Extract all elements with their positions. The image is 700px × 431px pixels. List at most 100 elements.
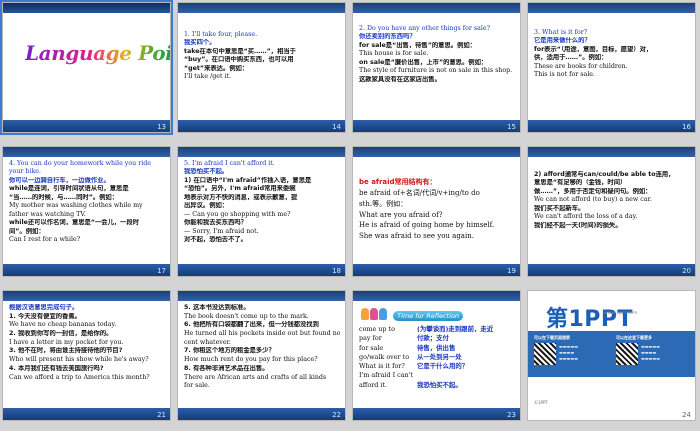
slide-line: 我恐怕买不起。 bbox=[184, 168, 229, 176]
slide-line: “get”来表达。例如： bbox=[184, 64, 249, 72]
slide-thumb-19[interactable]: be afraid常用结构有： be afraid of+名词/代词/v+ing… bbox=[352, 146, 521, 277]
slide-line: We can not afford (to buy) a new car. bbox=[534, 196, 652, 204]
slide-line: for表示“（用途，意图，目标，愿望）对， bbox=[534, 45, 653, 53]
phrase-row: I'm afraid I can't afford it. 我恐怕买不起。 bbox=[359, 371, 515, 390]
qr-block-right: 可以在这里下载更多 ▬▬▬▬▬ ▬▬▬▬ ▬▬▬▬▬ bbox=[616, 335, 692, 373]
slide-thumb-17[interactable]: 4. You can do your homework while you ri… bbox=[2, 146, 171, 277]
slide-thumb-16[interactable]: 3. What is it for? 它是用来做什么的？ for表示“（用途，意… bbox=[527, 2, 696, 133]
phrase-cn: 我恐怕买不起。 bbox=[417, 380, 462, 389]
slide-number: 14 bbox=[332, 123, 341, 131]
slide-line: 3. 他不在时，将由谁主持接待他的节目? bbox=[9, 347, 123, 355]
slide-number: 22 bbox=[332, 411, 341, 419]
slide-body: 5. 这本书没达到标准。 The book doesn't come up to… bbox=[184, 304, 340, 406]
slide-header-bar bbox=[353, 147, 520, 157]
phrase-row: What is it for? 它是干什么用的？ bbox=[359, 362, 515, 371]
slide-line: be afraid of+名词/代词/v+ing/to do bbox=[359, 188, 480, 197]
slide-thumb-24[interactable]: 第1PPT www.1ppt.com 可以在下载页面搜索 ▬▬▬▬▬ ▬▬▬▬ ▬▬… bbox=[527, 290, 696, 421]
slide-line: 意思是“有足够的（金钱，时间） bbox=[534, 179, 627, 187]
slide-line: while是连词，引导时间状语从句，意思是 bbox=[9, 185, 129, 193]
slide-line: 1. 今天没有便宜的香蕉。 bbox=[9, 312, 81, 320]
phrase-row: go/walk over to 从一处到另一处 bbox=[359, 353, 515, 362]
slide-body: 2) afford通常与can/could/be able to连用， 意思是“… bbox=[534, 171, 690, 262]
slide-header-bar bbox=[3, 147, 170, 157]
slide-line: 你能和我去买东西吗？ bbox=[184, 219, 247, 227]
slide-line: 供，适用于……”。例如： bbox=[534, 54, 608, 62]
phrase-en: come up to bbox=[359, 325, 395, 333]
slide-line: your bike. bbox=[9, 168, 42, 176]
slide-thumb-13[interactable]: Language Points 13 bbox=[0, 0, 173, 135]
slide-number: 13 bbox=[157, 123, 166, 131]
slide-thumb-23[interactable]: Time for Reflection come up to (为攀谈而)走到跟前… bbox=[352, 290, 521, 421]
slide-line: “当……的时候，与……同时”。例如： bbox=[9, 193, 119, 201]
slide-line: Can we afford a trip to America this mon… bbox=[9, 373, 150, 381]
slide-line: He turned all his pockets inside out but… bbox=[184, 330, 340, 338]
slide-header-bar bbox=[528, 147, 695, 157]
slide-header-bar bbox=[178, 147, 345, 157]
qr-block-left: 可以在下载页面搜索 ▬▬▬▬▬ ▬▬▬▬ ▬▬▬▬▬ bbox=[534, 335, 610, 373]
slide-title-art: Language Points bbox=[25, 41, 170, 65]
slide-thumb-22[interactable]: 5. 这本书没达到标准。 The book doesn't come up to… bbox=[177, 290, 346, 421]
slide-line: sth.等。例如： bbox=[359, 199, 408, 208]
slide-header-bar bbox=[3, 3, 170, 13]
slide-number: 20 bbox=[682, 267, 691, 275]
footnote: ©1PPT bbox=[534, 400, 548, 405]
slide-line: 对不起，恐怕去不了。 bbox=[184, 235, 247, 243]
slide-header-bar bbox=[3, 291, 170, 301]
slide-thumb-14[interactable]: 1. I'll take four, please. 我买四个。 take在本句… bbox=[177, 2, 346, 133]
slide-header-bar bbox=[178, 291, 345, 301]
slide-line: She was afraid to see you again. bbox=[359, 232, 474, 241]
slide-line: 我买四个。 bbox=[184, 39, 216, 47]
slide-line: 3. What is it for? bbox=[534, 29, 588, 36]
reflection-header: Time for Reflection bbox=[361, 303, 464, 322]
slide-line: 我们经不起一天(时间)的损失。 bbox=[534, 221, 622, 229]
slide-line: My mother was washing clothes while my bbox=[9, 202, 143, 210]
phrase-en: pay for bbox=[359, 334, 382, 343]
slide-line: 它是用来做什么的？ bbox=[534, 37, 591, 45]
slide-line: 这款家具没有在这家店出售。 bbox=[359, 75, 441, 83]
slide-line: These are books for children. bbox=[534, 62, 628, 70]
slide-header-bar bbox=[353, 291, 520, 301]
slide-thumb-21[interactable]: 根据汉语意思完成句子。 1. 今天没有便宜的香蕉。 We have no che… bbox=[2, 290, 171, 421]
slide-line: The style of furniture is not on sale in… bbox=[359, 67, 513, 75]
slide-line: There are African arts and crafts of all… bbox=[184, 373, 327, 381]
kid-icon bbox=[361, 307, 369, 320]
phrase-en: I'm afraid I can't afford it. bbox=[359, 371, 413, 389]
slide-line: “恐怕”。另外，I'm afraid常用来委婉 bbox=[184, 185, 296, 193]
slide-line: I'll take /get it. bbox=[184, 73, 232, 81]
phrase-row: for sale 待售，供出售 bbox=[359, 344, 515, 353]
qr-text: ▬▬▬▬▬ ▬▬▬▬ ▬▬▬▬▬ bbox=[641, 344, 660, 361]
phrase-en: for sale bbox=[359, 343, 384, 352]
slide-body: come up to (为攀谈而)走到跟前，走近 pay for 付款；支付 for… bbox=[359, 325, 515, 406]
slide-line: 地表示对方不快的消息，或表示歉意，提 bbox=[184, 193, 298, 201]
phrase-cn: 从一处到另一处 bbox=[417, 352, 462, 361]
slide-line: on sale是“廉价出售，上市”的意思。例如： bbox=[359, 58, 488, 66]
slide-line: 2) afford通常与can/could/be able to连用， bbox=[534, 171, 675, 178]
slide-number: 18 bbox=[332, 267, 341, 275]
slide-body: be afraid常用结构有： be afraid of+名词/代词/v+ing… bbox=[359, 177, 515, 262]
slide-footer-bar: 16 bbox=[528, 120, 695, 132]
slide-line: 1) 在口语中“I'm afraid”作插入语，意思是 bbox=[184, 176, 312, 184]
slide-thumb-15[interactable]: 2. Do you have any other things for sale… bbox=[352, 2, 521, 133]
slide-line: be afraid常用结构有： bbox=[359, 178, 437, 186]
slide-line: for sale. bbox=[184, 382, 210, 390]
slide-footer-bar: 18 bbox=[178, 264, 345, 276]
slide-line: The book doesn't come up to the mark. bbox=[184, 312, 309, 320]
phrase-cn: 待售，供出售 bbox=[417, 343, 456, 352]
slide-body: 2. Do you have any other things for sale… bbox=[359, 25, 515, 118]
slide-line: — Can you go shopping with me? bbox=[184, 210, 291, 218]
brand-logo-subtitle: www.1ppt.com bbox=[604, 311, 638, 316]
slide-header-bar bbox=[353, 3, 520, 13]
download-banner: 可以在下载页面搜索 ▬▬▬▬▬ ▬▬▬▬ ▬▬▬▬▬ 可以在这里下载更多 ▬▬▬▬▬… bbox=[528, 331, 695, 377]
slide-line: 根据汉语意思完成句子。 bbox=[9, 304, 79, 311]
slide-line: Can I rest for a while? bbox=[9, 235, 81, 243]
kid-icon bbox=[379, 307, 387, 320]
slide-footer-bar: 22 bbox=[178, 408, 345, 420]
slide-line: How much rent do you pay for this place? bbox=[184, 356, 318, 364]
phrase-en: What is it for? bbox=[359, 362, 405, 371]
slide-thumb-20[interactable]: 2) afford通常与can/could/be able to连用， 意思是“… bbox=[527, 146, 696, 277]
slide-header-bar bbox=[178, 3, 345, 13]
slide-footer-bar: 23 bbox=[353, 408, 520, 420]
slide-thumb-18[interactable]: 5. I'm afraid I can't afford it. 我恐怕买不起。… bbox=[177, 146, 346, 277]
slide-number: 19 bbox=[507, 267, 516, 275]
kid-icon bbox=[370, 307, 378, 320]
